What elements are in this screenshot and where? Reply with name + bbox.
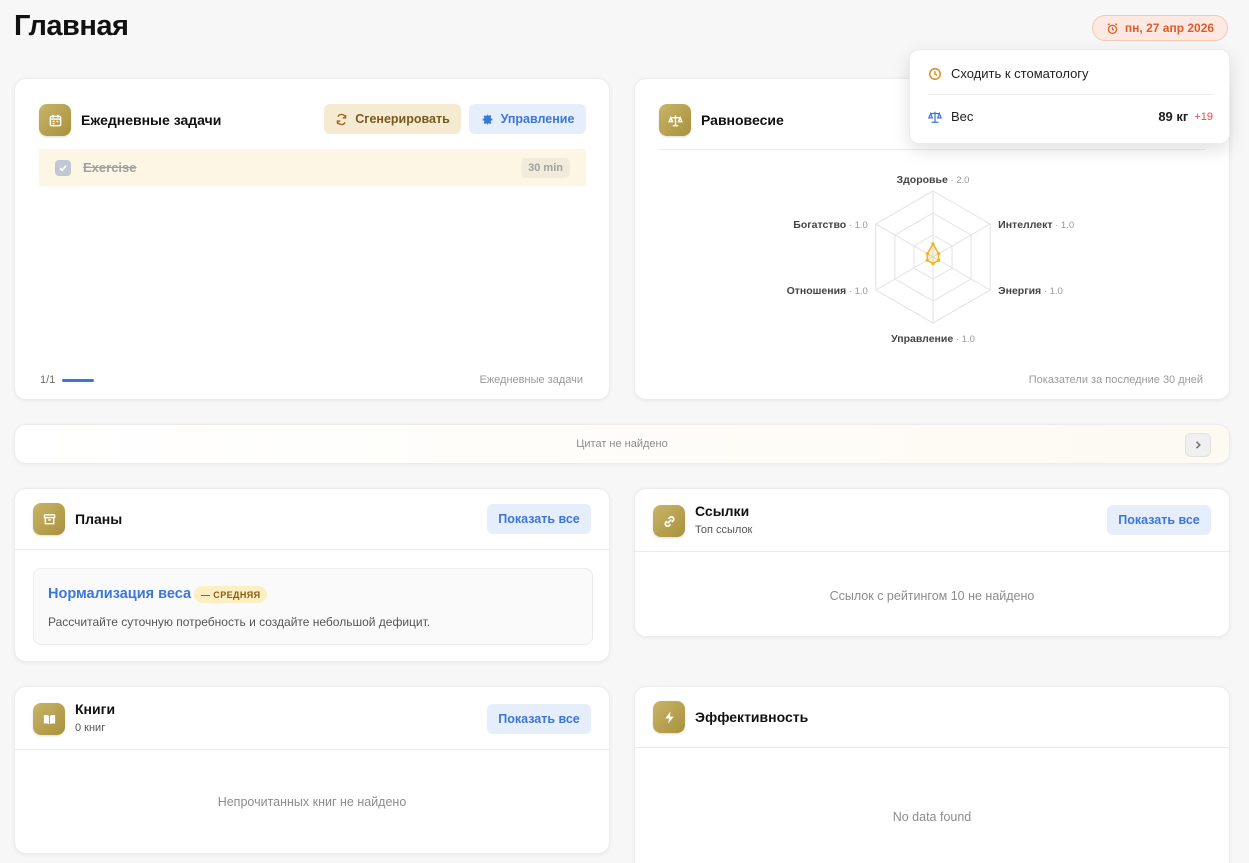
radar-point — [937, 258, 941, 262]
popover-divider — [928, 94, 1213, 95]
quote-bar: Цитат не найдено — [14, 424, 1230, 464]
radar-point — [931, 242, 935, 246]
plan-title[interactable]: Нормализация веса — [48, 586, 191, 602]
task-duration: 30 min — [521, 157, 570, 178]
efficiency-card: Эффективность No data found — [634, 686, 1230, 863]
plans-card: Планы Показать все Нормализация веса — С… — [14, 488, 610, 662]
date-label: пн, 27 апр 2026 — [1124, 21, 1215, 35]
books-title: Книги — [75, 701, 116, 717]
daily-tasks-title: Ежедневные задачи — [81, 112, 222, 128]
clock-icon — [929, 67, 941, 80]
refresh-icon — [336, 113, 347, 125]
links-card: Ссылки Топ ссылок Показать все Ссылок с … — [634, 488, 1230, 637]
task-name: Exercise — [83, 160, 137, 175]
books-show-all-button[interactable]: Показать все — [487, 704, 591, 734]
plans-title: Планы — [75, 511, 123, 527]
scale-icon — [928, 111, 942, 123]
task-checkbox[interactable] — [55, 159, 71, 176]
efficiency-divider — [635, 747, 1229, 748]
radar-point — [937, 252, 941, 256]
weight-row[interactable]: Вес 89 кг +19 — [928, 109, 1213, 124]
radar-axis-label: Управление · 1.0 — [891, 333, 975, 345]
plan-description: Рассчитайте суточную потребность и созда… — [48, 615, 431, 629]
radar-point — [931, 262, 935, 266]
weight-value: 89 кг — [1158, 109, 1189, 124]
daily-tasks-footer: Ежедневные задачи — [479, 374, 583, 386]
radar-axis-label: Энергия · 1.0 — [998, 285, 1063, 297]
gear-icon — [482, 113, 492, 125]
efficiency-title: Эффективность — [695, 709, 809, 725]
radar-axis-label: Богатство · 1.0 — [793, 219, 868, 231]
radar-axis-label: Отношения · 1.0 — [787, 285, 868, 297]
chevron-right-icon — [1195, 441, 1201, 449]
book-icon — [33, 703, 65, 735]
reminder-row[interactable]: Сходить к стоматологу — [928, 66, 1213, 81]
radar-axis-label: Интеллект · 1.0 — [998, 219, 1074, 231]
lightning-icon — [653, 701, 685, 733]
quote-next-button[interactable] — [1185, 433, 1211, 457]
balance-scale-icon — [659, 104, 691, 136]
plan-priority-badge: — СРЕДНЯЯ — [194, 586, 268, 603]
plan-item[interactable]: Нормализация веса — СРЕДНЯЯ Рассчитайте … — [33, 568, 593, 645]
calendar-icon — [39, 104, 71, 136]
weight-label: Вес — [951, 109, 974, 124]
radar-chart: Здоровье · 2.0 Интеллект · 1.0 Энергия · 1… — [787, 174, 1075, 345]
efficiency-empty-text: No data found — [892, 810, 972, 824]
manage-label: Управление — [500, 112, 575, 126]
links-divider — [635, 551, 1229, 552]
manage-button[interactable]: Управление — [469, 104, 586, 134]
quote-empty-text: Цитат не найдено — [576, 438, 668, 450]
radar-series — [926, 242, 940, 265]
link-icon — [653, 505, 685, 537]
task-row[interactable]: Exercise 30 min — [39, 149, 586, 186]
pagination-label: 1/1 — [40, 374, 56, 386]
plans-show-all-button[interactable]: Показать все — [487, 504, 591, 534]
balance-divider — [659, 149, 1205, 150]
radar-axis-label: Здоровье · 2.0 — [897, 174, 970, 186]
books-divider — [15, 749, 609, 750]
books-card: Книги 0 книг Показать все Непрочитанных … — [14, 686, 610, 854]
alarm-icon — [1107, 22, 1118, 34]
links-title: Ссылки — [695, 503, 750, 519]
page-title: Главная — [14, 10, 129, 42]
check-icon — [59, 164, 67, 172]
daily-tasks-card: Ежедневные задачи Сгенерировать Управлен… — [14, 78, 610, 400]
radar-point — [925, 258, 929, 262]
generate-button[interactable]: Сгенерировать — [324, 104, 461, 134]
plans-divider — [15, 549, 609, 550]
books-subtitle: 0 книг — [75, 722, 106, 734]
generate-label: Сгенерировать — [355, 112, 450, 126]
links-subtitle: Топ ссылок — [695, 524, 753, 536]
radar-point — [925, 252, 929, 256]
pagination-indicator[interactable] — [62, 379, 94, 382]
links-empty-text: Ссылок с рейтингом 10 не найдено — [829, 589, 1035, 603]
reminder-popover: Сходить к стоматологу Вес 89 кг +19 — [909, 49, 1230, 144]
balance-title: Равновесие — [701, 112, 784, 128]
books-empty-text: Непрочитанных книг не найдено — [217, 795, 407, 809]
balance-footer: Показатели за последние 30 дней — [1028, 374, 1203, 386]
archive-icon — [33, 503, 65, 535]
weight-delta: +19 — [1194, 110, 1213, 123]
date-badge[interactable]: пн, 27 апр 2026 — [1092, 15, 1228, 41]
reminder-text: Сходить к стоматологу — [951, 66, 1089, 81]
links-show-all-button[interactable]: Показать все — [1107, 505, 1211, 535]
